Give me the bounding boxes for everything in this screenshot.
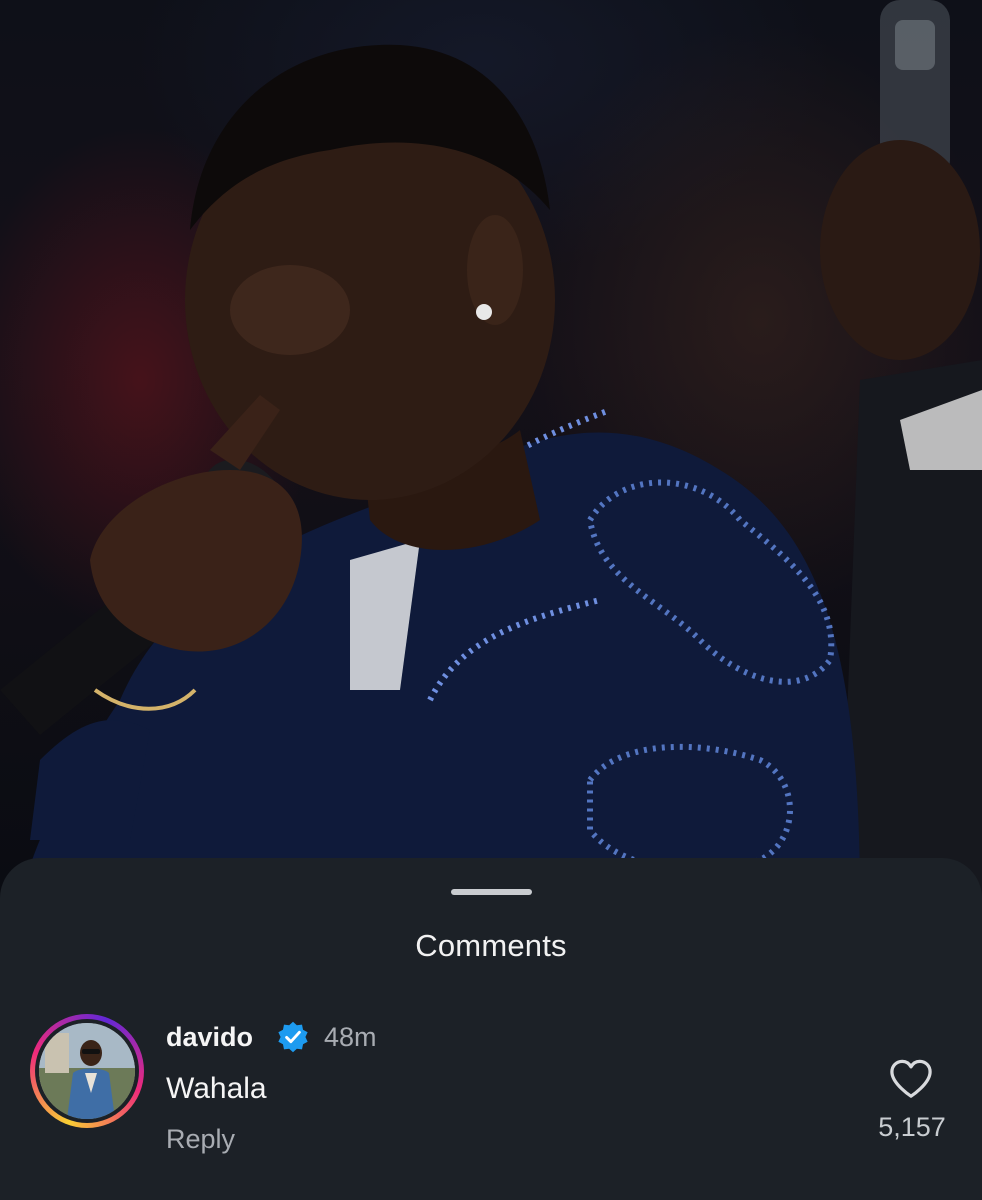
comments-sheet: Comments davido 48m Wahala Reply 5,157 bbox=[0, 858, 982, 1200]
performer-illustration bbox=[0, 0, 982, 900]
comment-timestamp: 48m bbox=[324, 1022, 377, 1052]
heart-icon[interactable] bbox=[888, 1058, 934, 1100]
avatar[interactable] bbox=[30, 1014, 144, 1128]
comment-username[interactable]: davido bbox=[166, 1022, 253, 1053]
post-photo[interactable] bbox=[0, 0, 982, 900]
comment-text: Wahala bbox=[166, 1072, 267, 1105]
sheet-drag-handle[interactable] bbox=[451, 889, 532, 895]
comment-item: davido 48m Wahala Reply 5,157 bbox=[0, 1008, 982, 1188]
like-count: 5,157 bbox=[878, 1112, 946, 1142]
sheet-title: Comments bbox=[415, 928, 567, 963]
avatar-photo bbox=[39, 1023, 135, 1119]
verified-badge-icon bbox=[278, 1021, 308, 1053]
reply-button[interactable]: Reply bbox=[166, 1124, 235, 1155]
